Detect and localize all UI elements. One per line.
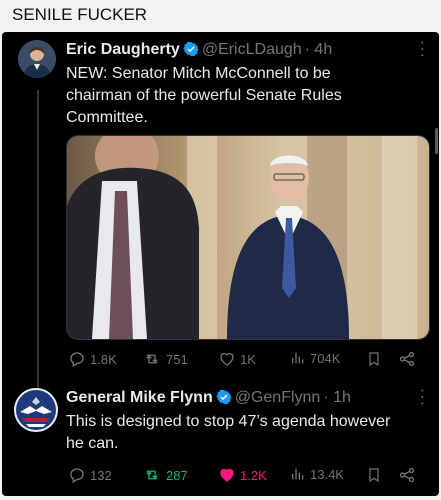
retweet-button[interactable]: 751	[142, 350, 188, 368]
like-count: 1.2K	[240, 467, 267, 483]
reply-icon	[68, 466, 86, 484]
verified-badge-icon	[216, 389, 232, 411]
post-caption: SENILE FUCKER	[0, 0, 441, 32]
verified-badge-icon	[183, 41, 199, 63]
retweet-count: 287	[166, 467, 188, 483]
like-icon	[218, 350, 236, 368]
author-name[interactable]: Eric Daugherty	[66, 41, 180, 58]
more-icon[interactable]: ···	[413, 388, 431, 407]
retweet-icon	[142, 466, 162, 484]
scrollbar-thumb[interactable]	[435, 128, 438, 154]
tweet-1-header: Eric Daugherty @EricLDaugh · 4h	[66, 40, 332, 63]
tweet-2-header: General Mike Flynn @GenFlynn · 1h	[66, 388, 351, 411]
reply-icon	[68, 350, 86, 368]
tweet-time[interactable]: · 1h	[323, 389, 351, 406]
views-button[interactable]: 13.4K	[290, 466, 344, 482]
views-icon	[290, 466, 306, 482]
avatar-mike-flynn[interactable]	[14, 388, 58, 432]
tweet-text-line: NEW: Senator Mitch McConnell to be	[66, 65, 331, 82]
tweet-1-text: NEW: Senator Mitch McConnell to be chair…	[66, 63, 342, 129]
reply-button[interactable]: 132	[68, 466, 112, 484]
like-icon	[218, 466, 236, 484]
tweet-text-line: chairman of the powerful Senate Rules	[66, 87, 342, 104]
retweet-count: 751	[166, 351, 188, 367]
views-button[interactable]: 704K	[290, 350, 340, 366]
views-count: 13.4K	[310, 466, 344, 482]
tweet-time[interactable]: · 4h	[305, 41, 333, 58]
views-icon	[290, 350, 306, 366]
author-handle[interactable]: @GenFlynn	[235, 389, 321, 406]
share-icon[interactable]	[398, 466, 416, 484]
bookmark-icon[interactable]	[366, 466, 382, 484]
avatar-eric-daugherty[interactable]	[18, 40, 56, 78]
views-count: 704K	[310, 350, 341, 366]
bookmark-icon[interactable]	[366, 350, 382, 368]
retweet-button[interactable]: 287	[142, 466, 188, 484]
tweet-text-line: This is designed to stop 47’s agenda how…	[66, 413, 391, 430]
thread-connector-line	[37, 90, 39, 412]
like-button[interactable]: 1K	[218, 350, 256, 368]
reply-count: 132	[90, 467, 112, 483]
reply-button[interactable]: 1.8K	[68, 350, 117, 368]
tweet-thread: Eric Daugherty @EricLDaugh · 4h ··· NEW: S…	[2, 32, 439, 496]
retweet-icon	[142, 350, 162, 368]
tweet-2-text: This is designed to stop 47’s agenda how…	[66, 411, 390, 455]
share-icon[interactable]	[398, 350, 416, 368]
reply-count: 1.8K	[90, 351, 117, 367]
author-handle[interactable]: @EricLDaugh	[202, 41, 302, 58]
like-button[interactable]: 1.2K	[218, 466, 267, 484]
like-count: 1K	[240, 351, 256, 367]
tweet-text-line: he can.	[66, 435, 119, 452]
tweet-1-photo[interactable]	[66, 135, 430, 340]
more-icon[interactable]: ···	[413, 40, 431, 59]
tweet-text-line: Committee.	[66, 109, 148, 126]
author-name[interactable]: General Mike Flynn	[66, 389, 213, 406]
